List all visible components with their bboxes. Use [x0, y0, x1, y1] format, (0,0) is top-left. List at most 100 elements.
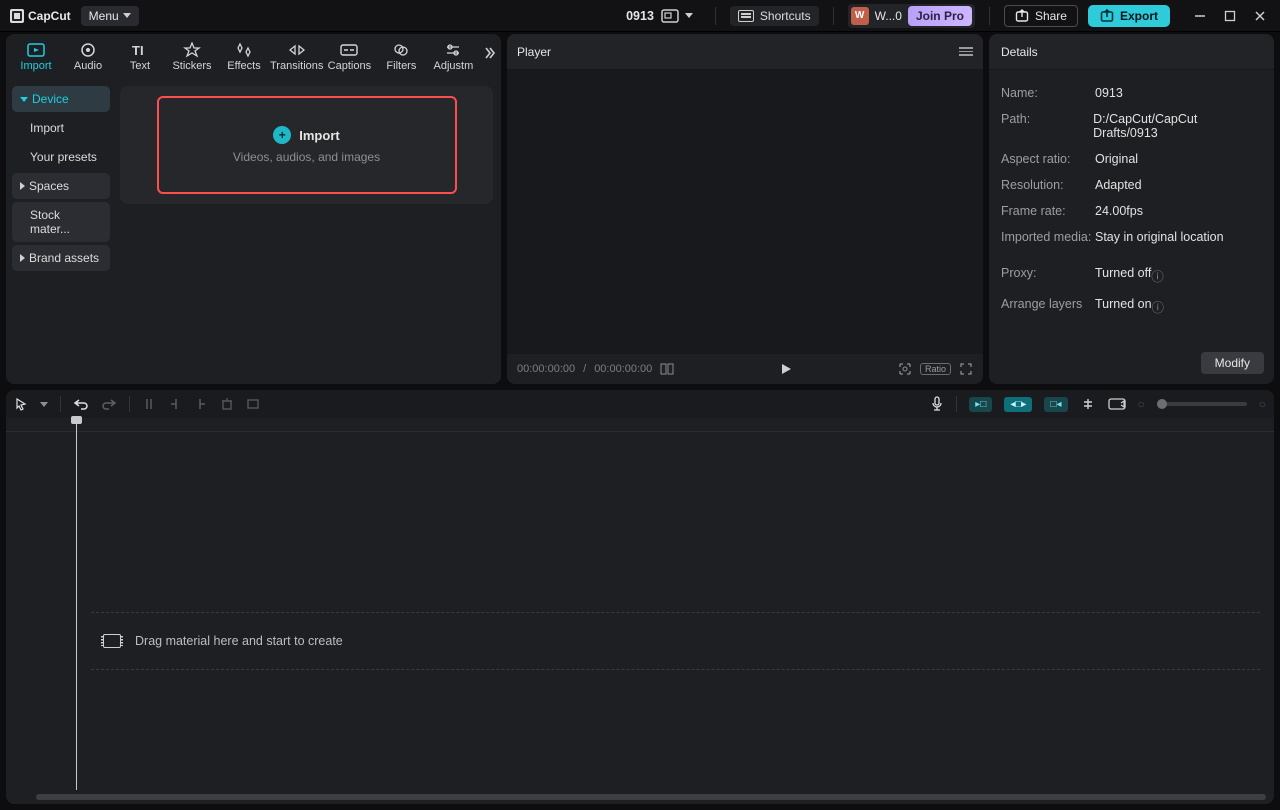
- chevron-right-icon: [20, 254, 25, 262]
- zoom-slider[interactable]: [1157, 402, 1247, 406]
- mic-button[interactable]: [930, 396, 944, 412]
- detail-row-imported: Imported media:Stay in original location: [1001, 224, 1262, 250]
- scan-icon[interactable]: [898, 362, 912, 376]
- tab-effects[interactable]: Effects: [218, 39, 270, 76]
- text-icon: TI: [130, 42, 150, 58]
- compare-icon[interactable]: [660, 363, 674, 375]
- keyboard-icon: [738, 10, 754, 22]
- play-button[interactable]: [779, 362, 793, 376]
- snap-end[interactable]: □◂: [1044, 397, 1067, 412]
- tab-adjustment[interactable]: Adjustm: [427, 39, 479, 76]
- chevron-right-icon: [20, 182, 25, 190]
- player-viewport[interactable]: [507, 70, 983, 354]
- track-area[interactable]: Drag material here and start to create: [6, 452, 1274, 790]
- separator: [715, 7, 716, 25]
- timeline-ruler[interactable]: [6, 418, 1274, 432]
- import-highlight: + Import Videos, audios, and images: [157, 96, 457, 194]
- sidebar-item-label: Spaces: [29, 179, 69, 193]
- window-controls: [1186, 5, 1274, 27]
- separator: [989, 7, 990, 25]
- sidebar-item-import[interactable]: Import: [12, 115, 110, 141]
- filters-icon: [391, 42, 411, 58]
- shortcuts-button[interactable]: Shortcuts: [730, 6, 819, 26]
- import-subtitle: Videos, audios, and images: [233, 150, 380, 164]
- title-bar: CapCut Menu 0913 Shortcuts W W...0 Join …: [0, 0, 1280, 32]
- player-controls: 00:00:00:00 / 00:00:00:00 Ratio: [507, 354, 983, 384]
- stickers-icon: [182, 42, 202, 58]
- details-title: Details: [1001, 45, 1038, 59]
- chevron-down-icon: [20, 97, 28, 102]
- redo-button[interactable]: [101, 397, 117, 411]
- zoom-out[interactable]: ○: [1138, 397, 1145, 411]
- drag-hint-zone[interactable]: Drag material here and start to create: [91, 612, 1260, 670]
- tab-transitions[interactable]: Transitions: [270, 39, 323, 76]
- snap-start[interactable]: ▸□: [969, 397, 992, 412]
- workspace: Import Audio TI Text Stickers Effects Tra…: [0, 32, 1280, 810]
- aspect-ratio-button[interactable]: [653, 6, 701, 26]
- tab-label: Audio: [74, 60, 102, 72]
- pointer-menu[interactable]: [40, 402, 48, 407]
- maximize-button[interactable]: [1216, 5, 1244, 27]
- menu-button[interactable]: Menu: [81, 6, 139, 26]
- help-icon[interactable]: ⓘ: [1151, 266, 1164, 285]
- join-pro-badge[interactable]: Join Pro: [908, 6, 972, 26]
- split-tool[interactable]: [142, 397, 156, 411]
- details-body: Name:0913 Path:D:/CapCut/CapCut Drafts/0…: [989, 70, 1274, 322]
- sidebar-item-spaces[interactable]: Spaces: [12, 173, 110, 199]
- snap-center[interactable]: ◂□▸: [1004, 397, 1032, 412]
- import-tile[interactable]: + Import Videos, audios, and images: [120, 86, 493, 204]
- media-tabs: Import Audio TI Text Stickers Effects Tra…: [6, 34, 501, 76]
- preview-toggle[interactable]: [1108, 397, 1126, 411]
- align-button[interactable]: [1080, 397, 1096, 411]
- ratio-button[interactable]: Ratio: [920, 363, 951, 375]
- separator: [833, 7, 834, 25]
- sidebar-item-presets[interactable]: Your presets: [12, 144, 110, 170]
- tab-label: Text: [130, 60, 150, 72]
- tab-audio[interactable]: Audio: [62, 39, 114, 76]
- user-pill[interactable]: W W...0 Join Pro: [848, 4, 975, 28]
- time-current: 00:00:00:00: [517, 363, 575, 375]
- trim-right-tool[interactable]: [194, 397, 208, 411]
- more-tabs-button[interactable]: [481, 44, 497, 60]
- tab-captions[interactable]: Captions: [323, 39, 375, 76]
- crop-tool[interactable]: [246, 397, 260, 411]
- tab-text[interactable]: TI Text: [114, 39, 166, 76]
- tab-label: Import: [20, 60, 51, 72]
- pointer-tool[interactable]: [14, 397, 28, 411]
- tab-label: Effects: [227, 60, 260, 72]
- timeline-scrollbar[interactable]: [36, 794, 1266, 800]
- share-button[interactable]: Share: [1004, 5, 1078, 27]
- capcut-logo-icon: [10, 9, 24, 23]
- player-menu-button[interactable]: [959, 47, 973, 56]
- undo-button[interactable]: [73, 397, 89, 411]
- import-icon: [26, 42, 46, 58]
- timeline-body[interactable]: Drag material here and start to create: [6, 418, 1274, 790]
- sidebar-item-label: Import: [30, 121, 64, 135]
- modify-button[interactable]: Modify: [1201, 352, 1264, 374]
- media-content: + Import Videos, audios, and images: [116, 80, 501, 384]
- upper-panels: Import Audio TI Text Stickers Effects Tra…: [6, 34, 1274, 384]
- close-button[interactable]: [1246, 5, 1274, 27]
- delete-tool[interactable]: [220, 397, 234, 411]
- sidebar-item-device[interactable]: Device: [12, 86, 110, 112]
- effects-icon: [234, 42, 254, 58]
- export-button[interactable]: Export: [1088, 5, 1170, 27]
- tab-filters[interactable]: Filters: [375, 39, 427, 76]
- fullscreen-button[interactable]: [959, 362, 973, 376]
- detail-row-resolution: Resolution:Adapted: [1001, 172, 1262, 198]
- minimize-button[interactable]: [1186, 5, 1214, 27]
- help-icon[interactable]: ⓘ: [1152, 297, 1165, 316]
- trim-left-tool[interactable]: [168, 397, 182, 411]
- detail-row-fps: Frame rate:24.00fps: [1001, 198, 1262, 224]
- tab-import[interactable]: Import: [10, 39, 62, 76]
- tab-label: Stickers: [172, 60, 211, 72]
- project-title: 0913: [626, 9, 654, 23]
- shortcuts-label: Shortcuts: [760, 9, 811, 23]
- import-title: Import: [299, 128, 339, 143]
- media-sidebar: Device Import Your presets Spaces Stock …: [6, 80, 116, 384]
- sidebar-item-brand[interactable]: Brand assets: [12, 245, 110, 271]
- app-root: CapCut Menu 0913 Shortcuts W W...0 Join …: [0, 0, 1280, 810]
- tab-stickers[interactable]: Stickers: [166, 39, 218, 76]
- sidebar-item-stock[interactable]: Stock mater...: [12, 202, 110, 242]
- zoom-in[interactable]: ○: [1259, 397, 1266, 411]
